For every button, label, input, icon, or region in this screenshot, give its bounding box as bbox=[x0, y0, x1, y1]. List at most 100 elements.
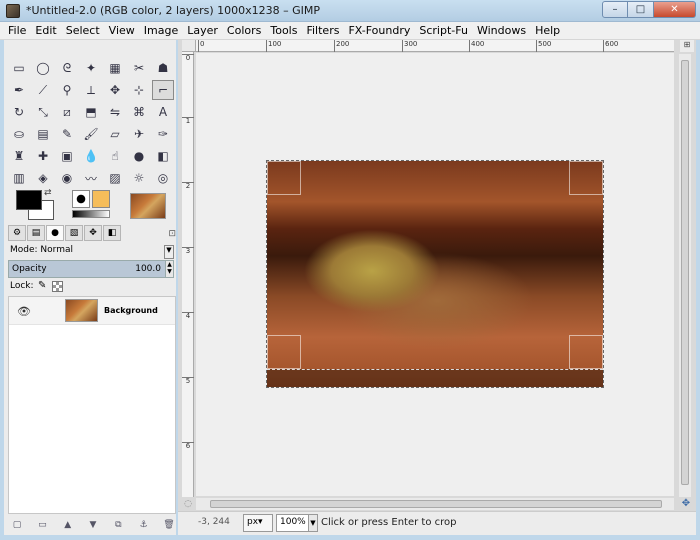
crop-handle-top-right[interactable] bbox=[569, 161, 603, 195]
align-icon[interactable]: ⊹ bbox=[128, 80, 150, 100]
menu-colors[interactable]: Colors bbox=[227, 24, 261, 37]
levels-icon[interactable]: ▥ bbox=[8, 168, 30, 188]
lower-layer-icon[interactable]: ▼ bbox=[86, 518, 100, 531]
left-ruler[interactable]: 0 1 2 3 4 5 6 bbox=[182, 52, 194, 497]
curves-icon[interactable]: 〰 bbox=[80, 168, 102, 188]
shear-icon[interactable]: ⧄ bbox=[56, 102, 78, 122]
rect-select-icon[interactable]: ▭ bbox=[8, 58, 30, 78]
tab-tool-options[interactable]: ⚙ bbox=[8, 225, 26, 241]
chevron-down-icon[interactable]: ▼ bbox=[308, 514, 318, 532]
perspective-icon[interactable]: ⬒ bbox=[80, 102, 102, 122]
crop-handle-bottom-left[interactable] bbox=[267, 335, 301, 369]
flip-icon[interactable]: ⇋ bbox=[104, 102, 126, 122]
gradient-preview[interactable] bbox=[72, 210, 110, 218]
menu-edit[interactable]: Edit bbox=[35, 24, 56, 37]
menu-image[interactable]: Image bbox=[144, 24, 178, 37]
brush-preview[interactable] bbox=[72, 190, 90, 208]
fuzzy-select-icon[interactable]: ✦ bbox=[80, 58, 102, 78]
paths-icon[interactable]: ✒ bbox=[8, 80, 30, 100]
pattern-preview[interactable] bbox=[92, 190, 110, 208]
ink-icon[interactable]: ✑ bbox=[152, 124, 174, 144]
image-canvas-photo[interactable] bbox=[266, 160, 604, 388]
horizontal-scrollbar[interactable] bbox=[196, 498, 674, 510]
zoom-to-fit-icon[interactable]: ⊞ bbox=[680, 40, 694, 52]
cage-icon[interactable]: ⌘ bbox=[128, 102, 150, 122]
maximize-button[interactable]: □ bbox=[628, 1, 654, 18]
menu-script-fu[interactable]: Script-Fu bbox=[419, 24, 468, 37]
opacity-spinner[interactable]: ▲ ▼ bbox=[165, 261, 173, 277]
crop-handle-bottom-right[interactable] bbox=[569, 335, 603, 369]
hue-sat-icon[interactable]: ◈ bbox=[32, 168, 54, 188]
duplicate-layer-icon[interactable]: ⧉ bbox=[111, 518, 125, 531]
new-layer-icon[interactable]: ▢ bbox=[10, 518, 24, 531]
vertical-scrollbar[interactable] bbox=[679, 54, 691, 497]
color-balance-icon[interactable]: ◧ bbox=[152, 146, 174, 166]
navigate-icon[interactable]: ✥ bbox=[680, 498, 692, 510]
airbrush-icon[interactable]: ✈ bbox=[128, 124, 150, 144]
eye-icon[interactable]: 👁 bbox=[17, 305, 31, 318]
fg-bg-colors[interactable]: ⇄ bbox=[16, 188, 66, 230]
crop-handle-top-left[interactable] bbox=[267, 161, 301, 195]
zoom-icon[interactable]: ⚲ bbox=[56, 80, 78, 100]
tab-brushes[interactable]: ● bbox=[46, 225, 64, 241]
measure-icon[interactable]: ⟂ bbox=[80, 80, 102, 100]
scissors-icon[interactable]: ✂ bbox=[128, 58, 150, 78]
menu-layer[interactable]: Layer bbox=[187, 24, 218, 37]
scrollbar-thumb[interactable] bbox=[210, 500, 662, 508]
active-image-thumbnail[interactable] bbox=[130, 193, 166, 219]
text-icon[interactable]: A bbox=[152, 102, 174, 122]
swap-colors-icon[interactable]: ⇄ bbox=[44, 188, 52, 198]
rgb-icon[interactable]: ◉ bbox=[56, 168, 78, 188]
scrollbar-thumb[interactable] bbox=[681, 60, 689, 485]
chevron-down-icon[interactable]: ▼ bbox=[164, 245, 174, 259]
perspective-clone-icon[interactable]: ▣ bbox=[56, 146, 78, 166]
layer-row[interactable]: 👁 Background bbox=[9, 297, 175, 325]
tab-palettes[interactable]: ◧ bbox=[103, 225, 121, 241]
menu-file[interactable]: File bbox=[8, 24, 26, 37]
menu-select[interactable]: Select bbox=[66, 24, 100, 37]
quick-mask-icon[interactable]: ◌ bbox=[182, 498, 194, 510]
tab-layers[interactable]: ▤ bbox=[27, 225, 45, 241]
scale-icon[interactable]: ⤡ bbox=[32, 102, 54, 122]
dock-menu-icon[interactable]: ⊡ bbox=[168, 229, 176, 239]
menu-windows[interactable]: Windows bbox=[477, 24, 526, 37]
rotate-icon[interactable]: ↻ bbox=[8, 102, 30, 122]
raise-layer-icon[interactable]: ▲ bbox=[61, 518, 75, 531]
opacity-slider[interactable]: Opacity 100.0 ▲ ▼ bbox=[8, 260, 174, 278]
foreground-color[interactable] bbox=[16, 190, 42, 210]
brightness-icon[interactable]: ☼ bbox=[128, 168, 150, 188]
ellipse-select-icon[interactable]: ◯ bbox=[32, 58, 54, 78]
menu-help[interactable]: Help bbox=[535, 24, 560, 37]
color-picker-icon[interactable]: ⟋ bbox=[32, 80, 54, 100]
bucket-fill-icon[interactable]: ⛀ bbox=[8, 124, 30, 144]
paintbrush-icon[interactable]: 🖌 bbox=[80, 124, 102, 144]
lasso-icon[interactable]: ᘓ bbox=[56, 58, 78, 78]
blur-icon[interactable]: 💧 bbox=[80, 146, 102, 166]
minimize-button[interactable]: – bbox=[602, 1, 628, 18]
crop-icon[interactable]: ⌐ bbox=[152, 80, 174, 100]
close-button[interactable]: ✕ bbox=[654, 1, 696, 18]
spiral-icon[interactable]: ◎ bbox=[152, 168, 174, 188]
menu-filters[interactable]: Filters bbox=[306, 24, 339, 37]
top-ruler[interactable]: 0 100 200 300 400 500 600 bbox=[196, 40, 674, 52]
delete-layer-icon[interactable]: 🗑 bbox=[162, 518, 176, 531]
move-icon[interactable]: ✥ bbox=[104, 80, 126, 100]
heal-icon[interactable]: ✚ bbox=[32, 146, 54, 166]
smudge-icon[interactable]: ☝ bbox=[104, 146, 126, 166]
anchor-layer-icon[interactable]: ⚓ bbox=[137, 518, 151, 531]
pencil-icon[interactable]: ✎ bbox=[56, 124, 78, 144]
new-group-icon[interactable]: ▭ bbox=[35, 518, 49, 531]
foreground-select-icon[interactable]: ☗ bbox=[152, 58, 174, 78]
menu-fx-foundry[interactable]: FX-Foundry bbox=[348, 24, 410, 37]
blend-icon[interactable]: ▤ bbox=[32, 124, 54, 144]
lock-alpha-icon[interactable] bbox=[52, 281, 63, 292]
dodge-burn-icon[interactable]: ● bbox=[128, 146, 150, 166]
menu-view[interactable]: View bbox=[109, 24, 135, 37]
color-select-icon[interactable]: ▦ bbox=[104, 58, 126, 78]
threshold-icon[interactable]: ▨ bbox=[104, 168, 126, 188]
eraser-icon[interactable]: ▱ bbox=[104, 124, 126, 144]
clone-icon[interactable]: ♜ bbox=[8, 146, 30, 166]
tab-patterns[interactable]: ▧ bbox=[65, 225, 83, 241]
tab-gradients[interactable]: ✥ bbox=[84, 225, 102, 241]
layer-mode-select[interactable]: Mode: Normal ▼ bbox=[8, 245, 174, 259]
